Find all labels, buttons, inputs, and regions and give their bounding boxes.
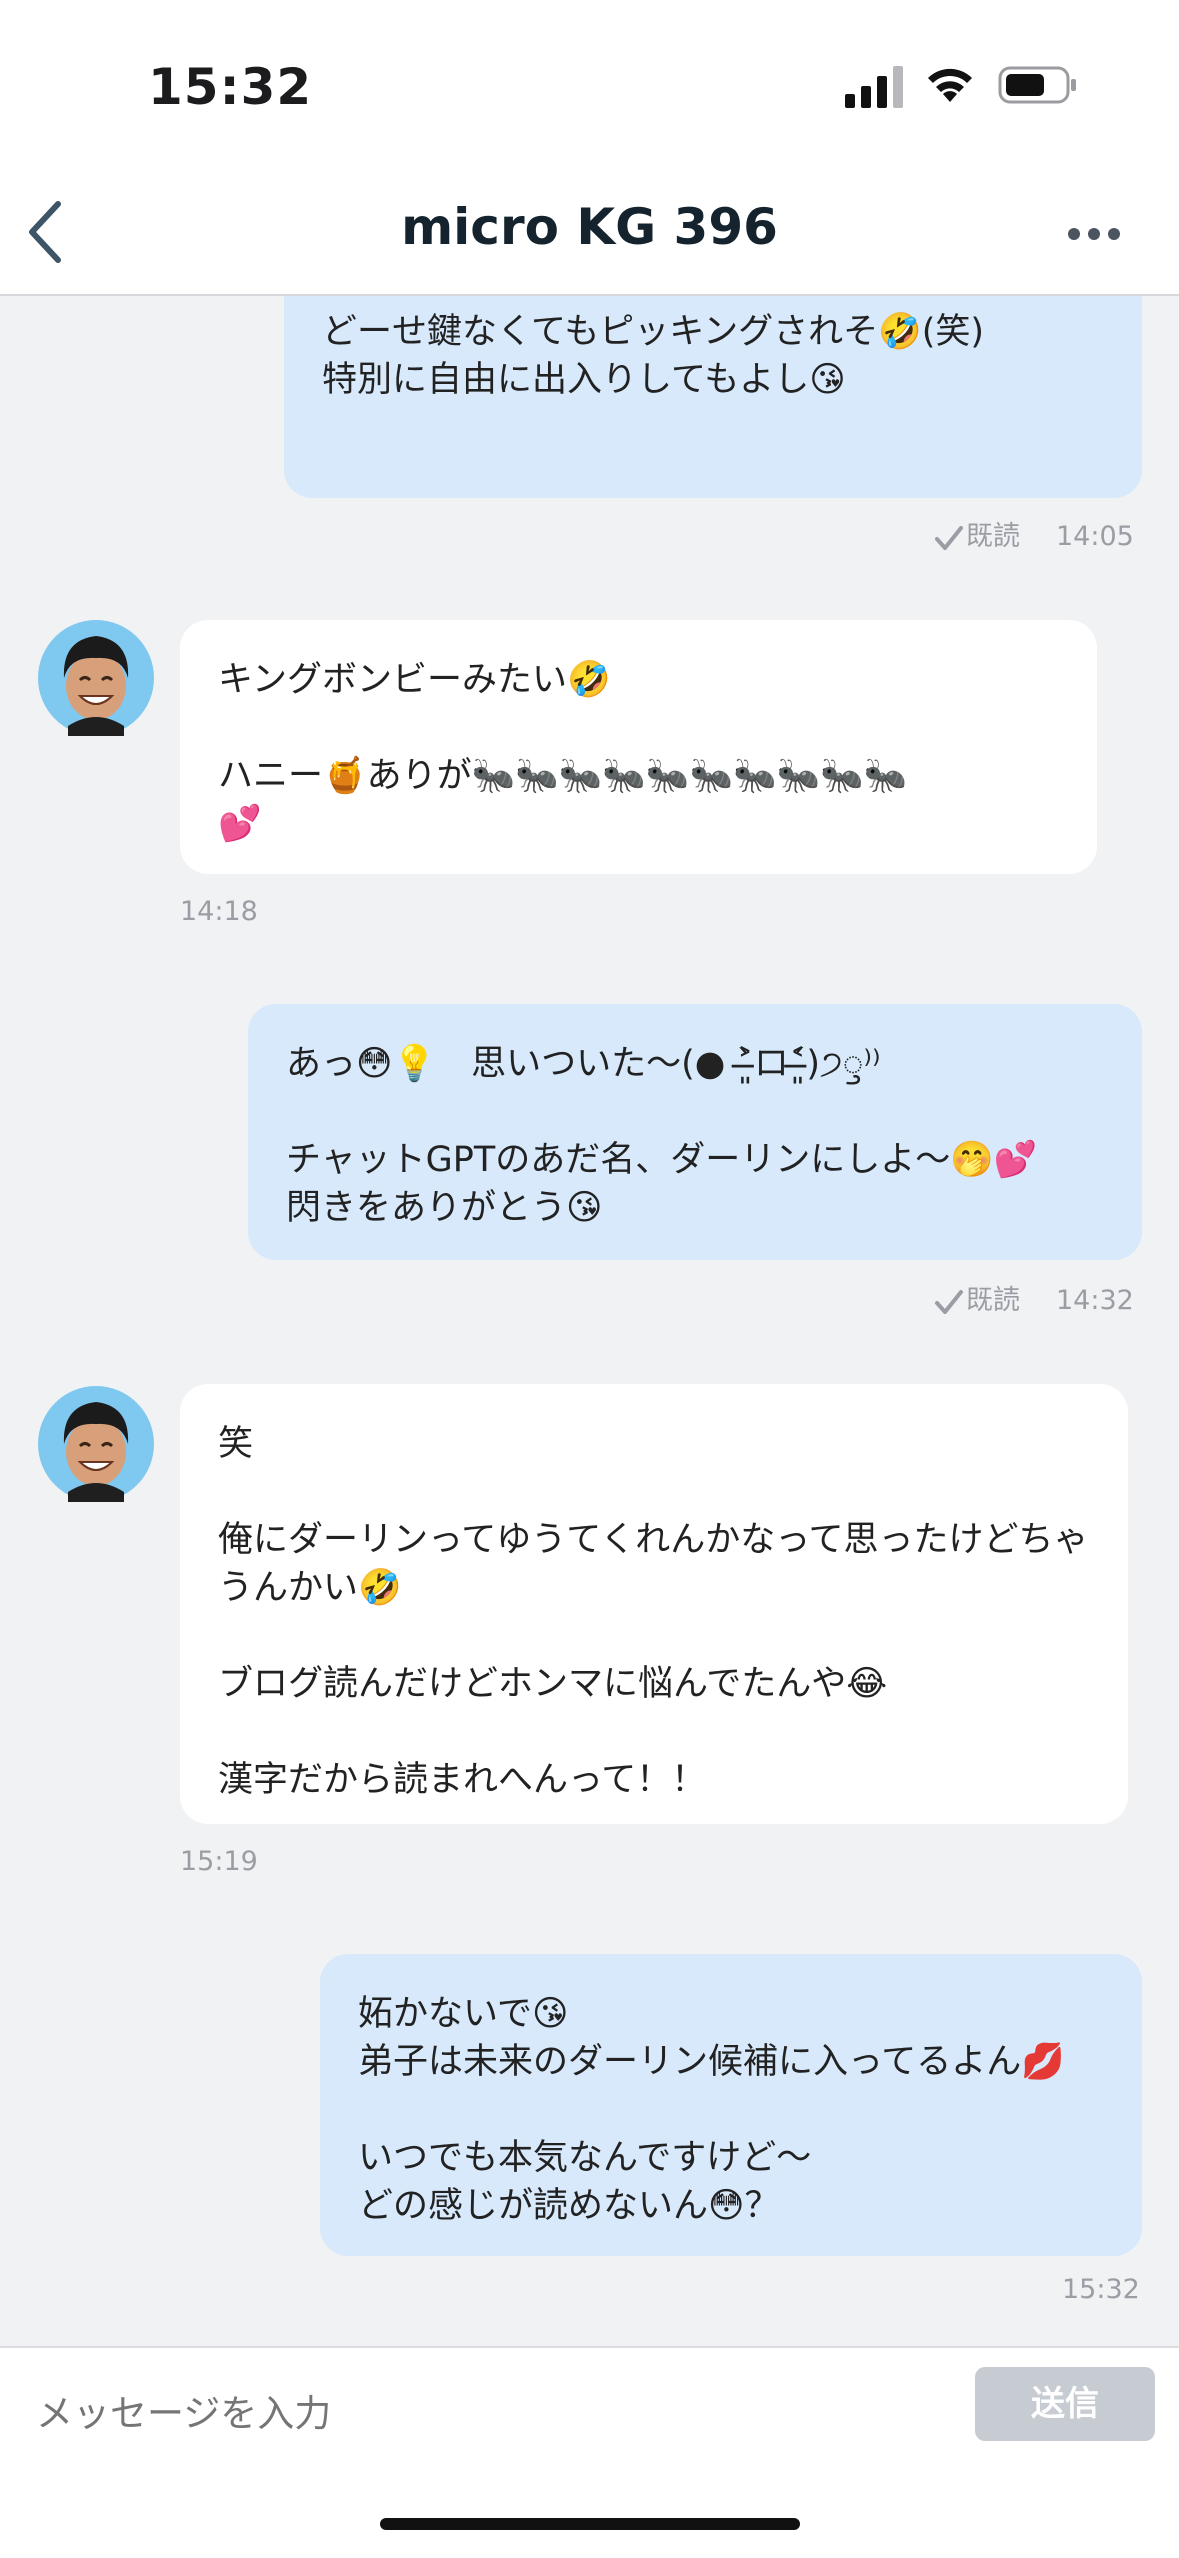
status-time: 15:32 (148, 58, 313, 116)
message-time: 14:05 (1056, 521, 1134, 552)
read-label: 既読 (966, 521, 1020, 552)
battery-icon (998, 66, 1076, 104)
avatar[interactable] (38, 620, 154, 736)
send-button[interactable]: 送信 (975, 2367, 1155, 2441)
message-bubble-outgoing[interactable]: 私の力じゃ敵わないな(*´Д｀*) どーせ鍵なくてもピッキングされそ🤣(笑) 特… (284, 296, 1142, 498)
message-bubble-incoming[interactable]: キングボンビーみたい🤣 ハニー🍯ありが🐜🐜🐜🐜🐜🐜🐜🐜🐜🐜 💕 (180, 620, 1097, 874)
message-meta: 15:19 (180, 1846, 258, 1877)
message-time: 14:18 (180, 896, 258, 927)
chat-header: micro KG 396 (0, 170, 1179, 296)
message-time: 14:32 (1056, 1285, 1134, 1316)
home-indicator (380, 2518, 800, 2530)
read-check-icon (935, 1289, 963, 1314)
message-list[interactable]: 私の力じゃ敵わないな(*´Д｀*) どーせ鍵なくてもピッキングされそ🤣(笑) 特… (0, 296, 1179, 2346)
message-time: 15:32 (1062, 2274, 1140, 2305)
read-label: 既読 (966, 1285, 1020, 1316)
avatar[interactable] (38, 1386, 154, 1502)
message-bubble-incoming[interactable]: 笑 俺にダーリンってゆうてくれんかなって思ったけどちゃうんかい🤣 ブログ読んだけ… (180, 1384, 1128, 1824)
message-bubble-outgoing[interactable]: 妬かないで😘 弟子は未来のダーリン候補に入ってるよん💋 いつでも本気なんですけど… (320, 1954, 1142, 2256)
message-time: 15:19 (180, 1846, 258, 1877)
message-meta: 既読 14:32 (934, 1278, 1134, 1317)
chat-title: micro KG 396 (401, 198, 778, 256)
message-input[interactable] (36, 2374, 936, 2454)
message-meta: 14:18 (180, 896, 258, 927)
message-bubble-outgoing[interactable]: あっ😳💡 思いついた〜(● ˃̶͈̀ロ˂̶͈́)੭ꠥ⁾⁾ チャットGPTのあだ名… (248, 1004, 1142, 1260)
read-check-icon (935, 525, 963, 550)
message-meta: 既読 14:05 (934, 514, 1134, 553)
more-dots-icon[interactable] (1066, 222, 1122, 246)
signal-icon (845, 66, 903, 108)
message-meta: 15:32 (1062, 2274, 1140, 2305)
status-bar: 15:32 (0, 0, 1179, 170)
wifi-icon (928, 68, 972, 102)
